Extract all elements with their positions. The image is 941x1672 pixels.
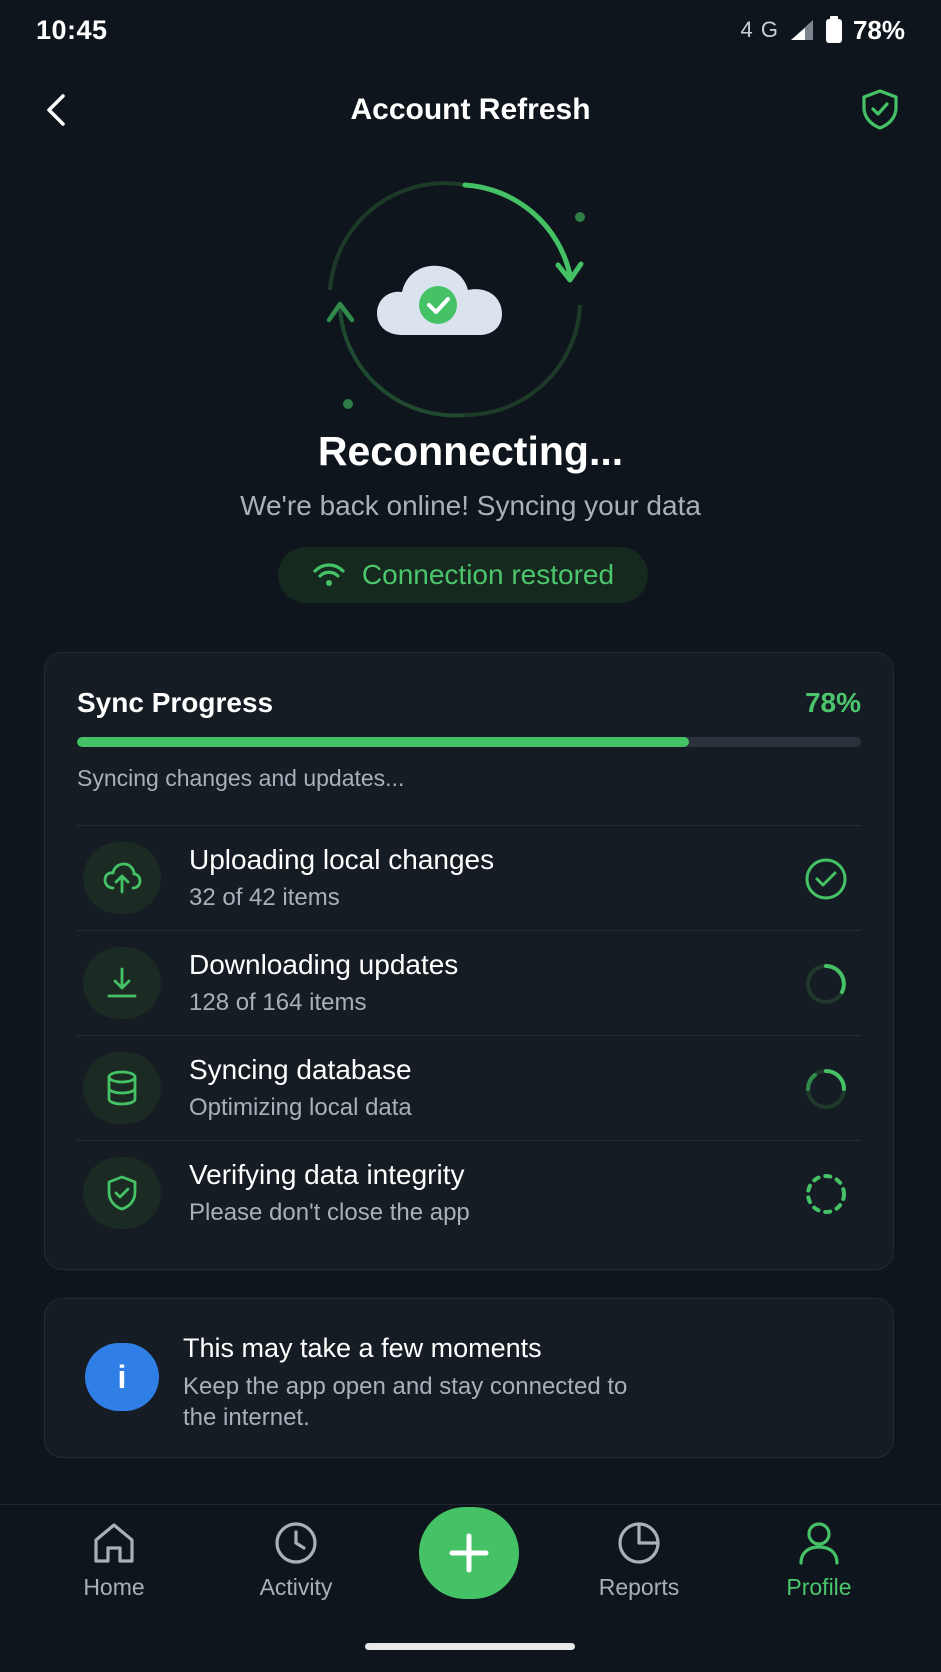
info-icon: i [85,1343,159,1411]
sync-illustration [0,180,941,420]
reconnecting-subtitle: We're back online! Syncing your data [240,490,701,521]
pie-chart-icon [618,1522,660,1564]
sync-progress-header: Sync Progress 78% [77,687,861,719]
nav-reports[interactable]: Reports [569,1521,709,1601]
info-title: This may take a few moments [183,1333,542,1363]
task-title: Uploading local changes [189,844,495,875]
info-card: i This may take a few moments Keep the a… [44,1298,894,1458]
download-icon [83,947,161,1019]
sync-progress-card: Sync Progress 78% Syncing changes and up… [44,652,894,1270]
plus-icon [449,1533,489,1573]
spinner-icon [806,1069,846,1109]
app-header: Account Refresh [0,70,941,150]
list-item: Downloading updates 128 of 164 items [77,930,861,1035]
nav-label: Profile [786,1574,852,1600]
connection-status-badge: Connection restored [278,547,648,603]
clock-icon [275,1522,317,1564]
task-title: Verifying data integrity [189,1159,465,1190]
nav-activity[interactable]: Activity [226,1521,366,1601]
security-button[interactable] [857,86,903,132]
back-button[interactable] [34,88,78,132]
status-bar: 10:45 4 G 78% [0,0,941,60]
nav-profile[interactable]: Profile [749,1521,889,1601]
bottom-nav: Home Activity Reports Profile [0,1504,941,1672]
list-item: Syncing database Optimizing local data [77,1035,861,1140]
dotted-spinner-icon [806,1174,846,1214]
nav-label: Activity [259,1574,333,1600]
status-indicators: 4 G 78% [740,15,905,46]
list-item: Uploading local changes 32 of 42 items [77,825,861,930]
task-detail: 32 of 42 items [189,884,340,911]
database-icon [83,1052,161,1124]
sync-cycle-icon [326,181,585,418]
status-time: 10:45 [36,14,108,45]
home-icon [94,1523,134,1563]
add-button[interactable] [419,1507,519,1599]
nav-label: Reports [598,1574,680,1600]
reconnecting-title: Reconnecting... [317,428,624,474]
home-indicator[interactable] [365,1643,575,1650]
sync-task-list: Uploading local changes 32 of 42 items D… [77,825,861,1245]
battery-icon [825,16,842,43]
network-type: 4 G [740,17,779,42]
user-icon [799,1522,839,1565]
sync-progress-title: Sync Progress [77,687,274,718]
nav-home[interactable]: Home [44,1521,184,1601]
cloud-upload-icon [83,842,161,914]
task-title: Downloading updates [189,949,459,980]
chevron-left-icon [47,94,65,126]
signal-icon [790,20,813,40]
info-subtitle: Keep the app open and stay connected to … [183,1373,628,1431]
wifi-icon [313,563,345,586]
task-detail: Optimizing local data [189,1094,412,1121]
connection-status-label: Connection restored [361,559,615,590]
battery-percent: 78% [852,14,905,45]
task-detail: Please don't close the app [189,1199,470,1226]
list-item: Verifying data integrity Please don't cl… [77,1140,861,1245]
sync-progress-note: Syncing changes and updates... [77,765,405,791]
page-title: Account Refresh [350,93,591,126]
sync-progress-bar [77,737,861,747]
shield-check-icon [83,1157,161,1229]
nav-label: Home [83,1574,145,1600]
shield-check-icon [862,89,898,130]
task-title: Syncing database [189,1054,412,1085]
task-detail: 128 of 164 items [189,989,367,1016]
sync-progress-fill [77,737,689,747]
sync-progress-percent: 78% [804,687,861,718]
spinner-icon [806,964,846,1004]
check-circle-icon [805,858,847,900]
